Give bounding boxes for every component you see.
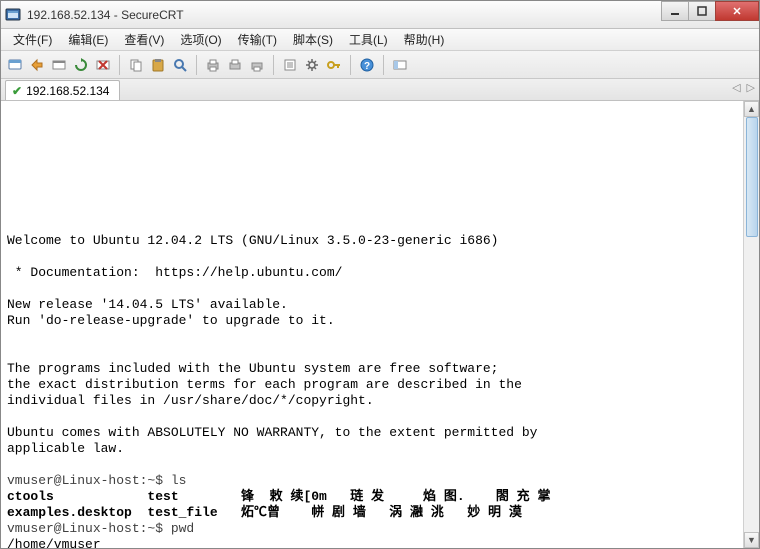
menu-tools[interactable]: 工具(L)	[341, 29, 396, 50]
toolbar-copy-icon[interactable]	[126, 55, 146, 75]
minimize-button[interactable]	[661, 1, 689, 21]
toolbar-properties-icon[interactable]	[280, 55, 300, 75]
toolbar-separator	[196, 55, 197, 75]
terminal-line: /home/vmuser	[7, 537, 101, 548]
menu-file[interactable]: 文件(F)	[5, 29, 60, 50]
svg-text:?: ?	[364, 61, 370, 72]
toolbar-session-icon[interactable]	[49, 55, 69, 75]
toolbar-last-icon[interactable]	[390, 55, 410, 75]
toolbar-separator	[273, 55, 274, 75]
terminal-line: Welcome to Ubuntu 12.04.2 LTS (GNU/Linux…	[7, 233, 498, 248]
tab-bar: ✔ 192.168.52.134 ◁ ▷	[1, 79, 759, 101]
toolbar-print3-icon[interactable]	[247, 55, 267, 75]
tab-label: 192.168.52.134	[26, 84, 109, 98]
toolbar-separator	[350, 55, 351, 75]
terminal-line: ctools test 锋 敕 续[0m 琏 发 焰 图. 閤 充 掌	[7, 489, 550, 504]
toolbar-print2-icon[interactable]	[225, 55, 245, 75]
terminal-line: * Documentation: https://help.ubuntu.com…	[7, 265, 342, 280]
menu-script[interactable]: 脚本(S)	[285, 29, 341, 50]
scroll-down-icon[interactable]: ▼	[744, 532, 759, 548]
menu-view[interactable]: 查看(V)	[116, 29, 172, 50]
terminal[interactable]: Welcome to Ubuntu 12.04.2 LTS (GNU/Linux…	[1, 101, 743, 548]
terminal-line: individual files in /usr/share/doc/*/cop…	[7, 393, 374, 408]
tab-connected-icon: ✔	[12, 84, 22, 98]
terminal-line: New release '14.04.5 LTS' available.	[7, 297, 288, 312]
toolbar-separator	[119, 55, 120, 75]
terminal-line: applicable law.	[7, 441, 124, 456]
toolbar-connect-icon[interactable]	[5, 55, 25, 75]
toolbar-paste-icon[interactable]	[148, 55, 168, 75]
toolbar-separator	[383, 55, 384, 75]
toolbar-help-icon[interactable]: ?	[357, 55, 377, 75]
app-icon	[5, 7, 21, 23]
toolbar-find-icon[interactable]	[170, 55, 190, 75]
terminal-line: The programs included with the Ubuntu sy…	[7, 361, 498, 376]
terminal-prompt-line: vmuser@Linux-host:~$ pwd	[7, 521, 194, 536]
vertical-scrollbar[interactable]: ▲ ▼	[743, 101, 759, 548]
menu-transfer[interactable]: 传输(T)	[230, 29, 285, 50]
terminal-line: Run 'do-release-upgrade' to upgrade to i…	[7, 313, 335, 328]
scroll-thumb[interactable]	[746, 117, 758, 237]
terminal-line: examples.desktop test_file 炻℃曾 帡 剧 墙 涡 瀜…	[7, 505, 522, 520]
window-controls	[662, 1, 759, 21]
tab-scroll-controls: ◁ ▷	[732, 81, 755, 94]
toolbar-disconnect-icon[interactable]	[93, 55, 113, 75]
tab-scroll-right-icon[interactable]: ▷	[747, 81, 755, 94]
menu-options[interactable]: 选项(O)	[172, 29, 229, 50]
toolbar: ?	[1, 51, 759, 79]
tab-scroll-left-icon[interactable]: ◁	[732, 81, 740, 94]
menu-help[interactable]: 帮助(H)	[396, 29, 453, 50]
session-tab[interactable]: ✔ 192.168.52.134	[5, 80, 120, 100]
toolbar-print-icon[interactable]	[203, 55, 223, 75]
menu-edit[interactable]: 编辑(E)	[60, 29, 116, 50]
window-title: 192.168.52.134 - SecureCRT	[27, 8, 755, 22]
maximize-button[interactable]	[688, 1, 716, 21]
toolbar-quick-connect-icon[interactable]	[27, 55, 47, 75]
toolbar-reconnect-icon[interactable]	[71, 55, 91, 75]
toolbar-key-icon[interactable]	[324, 55, 344, 75]
close-button[interactable]	[715, 1, 759, 21]
terminal-line: Ubuntu comes with ABSOLUTELY NO WARRANTY…	[7, 425, 538, 440]
menu-bar: 文件(F) 编辑(E) 查看(V) 选项(O) 传输(T) 脚本(S) 工具(L…	[1, 29, 759, 51]
title-bar: 192.168.52.134 - SecureCRT	[1, 1, 759, 29]
scroll-up-icon[interactable]: ▲	[744, 101, 759, 117]
terminal-prompt-line: vmuser@Linux-host:~$ ls	[7, 473, 186, 488]
terminal-container: Welcome to Ubuntu 12.04.2 LTS (GNU/Linux…	[1, 101, 759, 548]
toolbar-settings-icon[interactable]	[302, 55, 322, 75]
terminal-line: the exact distribution terms for each pr…	[7, 377, 522, 392]
